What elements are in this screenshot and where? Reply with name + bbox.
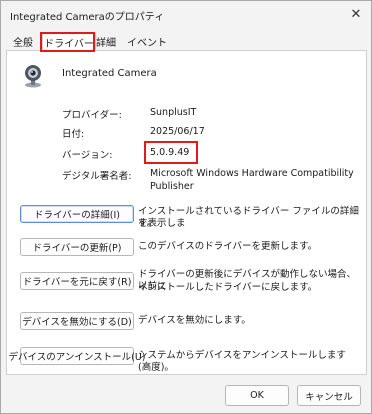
ok-button[interactable]: OK bbox=[225, 385, 289, 406]
update-driver-button[interactable]: ドライバーの更新(P) bbox=[20, 238, 134, 256]
tab-events[interactable]: イベント bbox=[122, 33, 172, 49]
uninstall-device-button[interactable]: デバイスのアンインストール(U) bbox=[9, 347, 146, 365]
window-title: Integrated Cameraのプロパティ bbox=[10, 12, 165, 23]
roll-back-driver-button[interactable]: ドライバーを元に戻す(R) bbox=[20, 272, 134, 290]
version-label: バージョン: bbox=[62, 150, 113, 161]
tab-general[interactable]: 全般 bbox=[8, 33, 38, 49]
driver-panel: Integrated Camera プロバイダー: SunplusIT 日付: … bbox=[6, 50, 367, 375]
driver-details-button[interactable]: ドライバーの詳細(I) bbox=[20, 205, 134, 223]
disable-device-button[interactable]: デバイスを無効にする(D) bbox=[20, 312, 134, 330]
signer-value-line2: Publisher bbox=[150, 181, 194, 192]
version-highlight-box bbox=[144, 141, 198, 164]
provider-label: プロバイダー: bbox=[62, 110, 122, 121]
tab-details[interactable]: 詳細 bbox=[94, 33, 118, 49]
driver-details-desc-line2: す。 bbox=[138, 218, 157, 229]
signer-value-line1: Microsoft Windows Hardware Compatibility bbox=[150, 168, 354, 179]
date-value: 2025/06/17 bbox=[150, 126, 205, 137]
close-button[interactable]: ✕ bbox=[341, 1, 371, 28]
close-icon: ✕ bbox=[350, 7, 362, 22]
device-name: Integrated Camera bbox=[62, 68, 157, 79]
uninstall-device-desc: システムからデバイスをアンインストールします (高度)。 bbox=[138, 350, 346, 373]
roll-back-desc-line2: インストールしたドライバーに戻します。 bbox=[138, 282, 318, 293]
properties-dialog: Integrated Cameraのプロパティ ✕ 全般 ドライバー 詳細 イベ… bbox=[0, 0, 372, 414]
update-driver-desc: このデバイスのドライバーを更新します。 bbox=[138, 241, 318, 252]
webcam-icon bbox=[22, 64, 44, 88]
title-bar: Integrated Cameraのプロパティ ✕ bbox=[1, 1, 371, 28]
signer-label: デジタル署名者: bbox=[62, 171, 132, 182]
cancel-button[interactable]: キャンセル bbox=[297, 385, 361, 406]
provider-value: SunplusIT bbox=[150, 107, 197, 118]
disable-device-desc: デバイスを無効にします。 bbox=[138, 315, 251, 326]
tab-highlight-box bbox=[40, 32, 95, 52]
date-label: 日付: bbox=[62, 129, 85, 140]
